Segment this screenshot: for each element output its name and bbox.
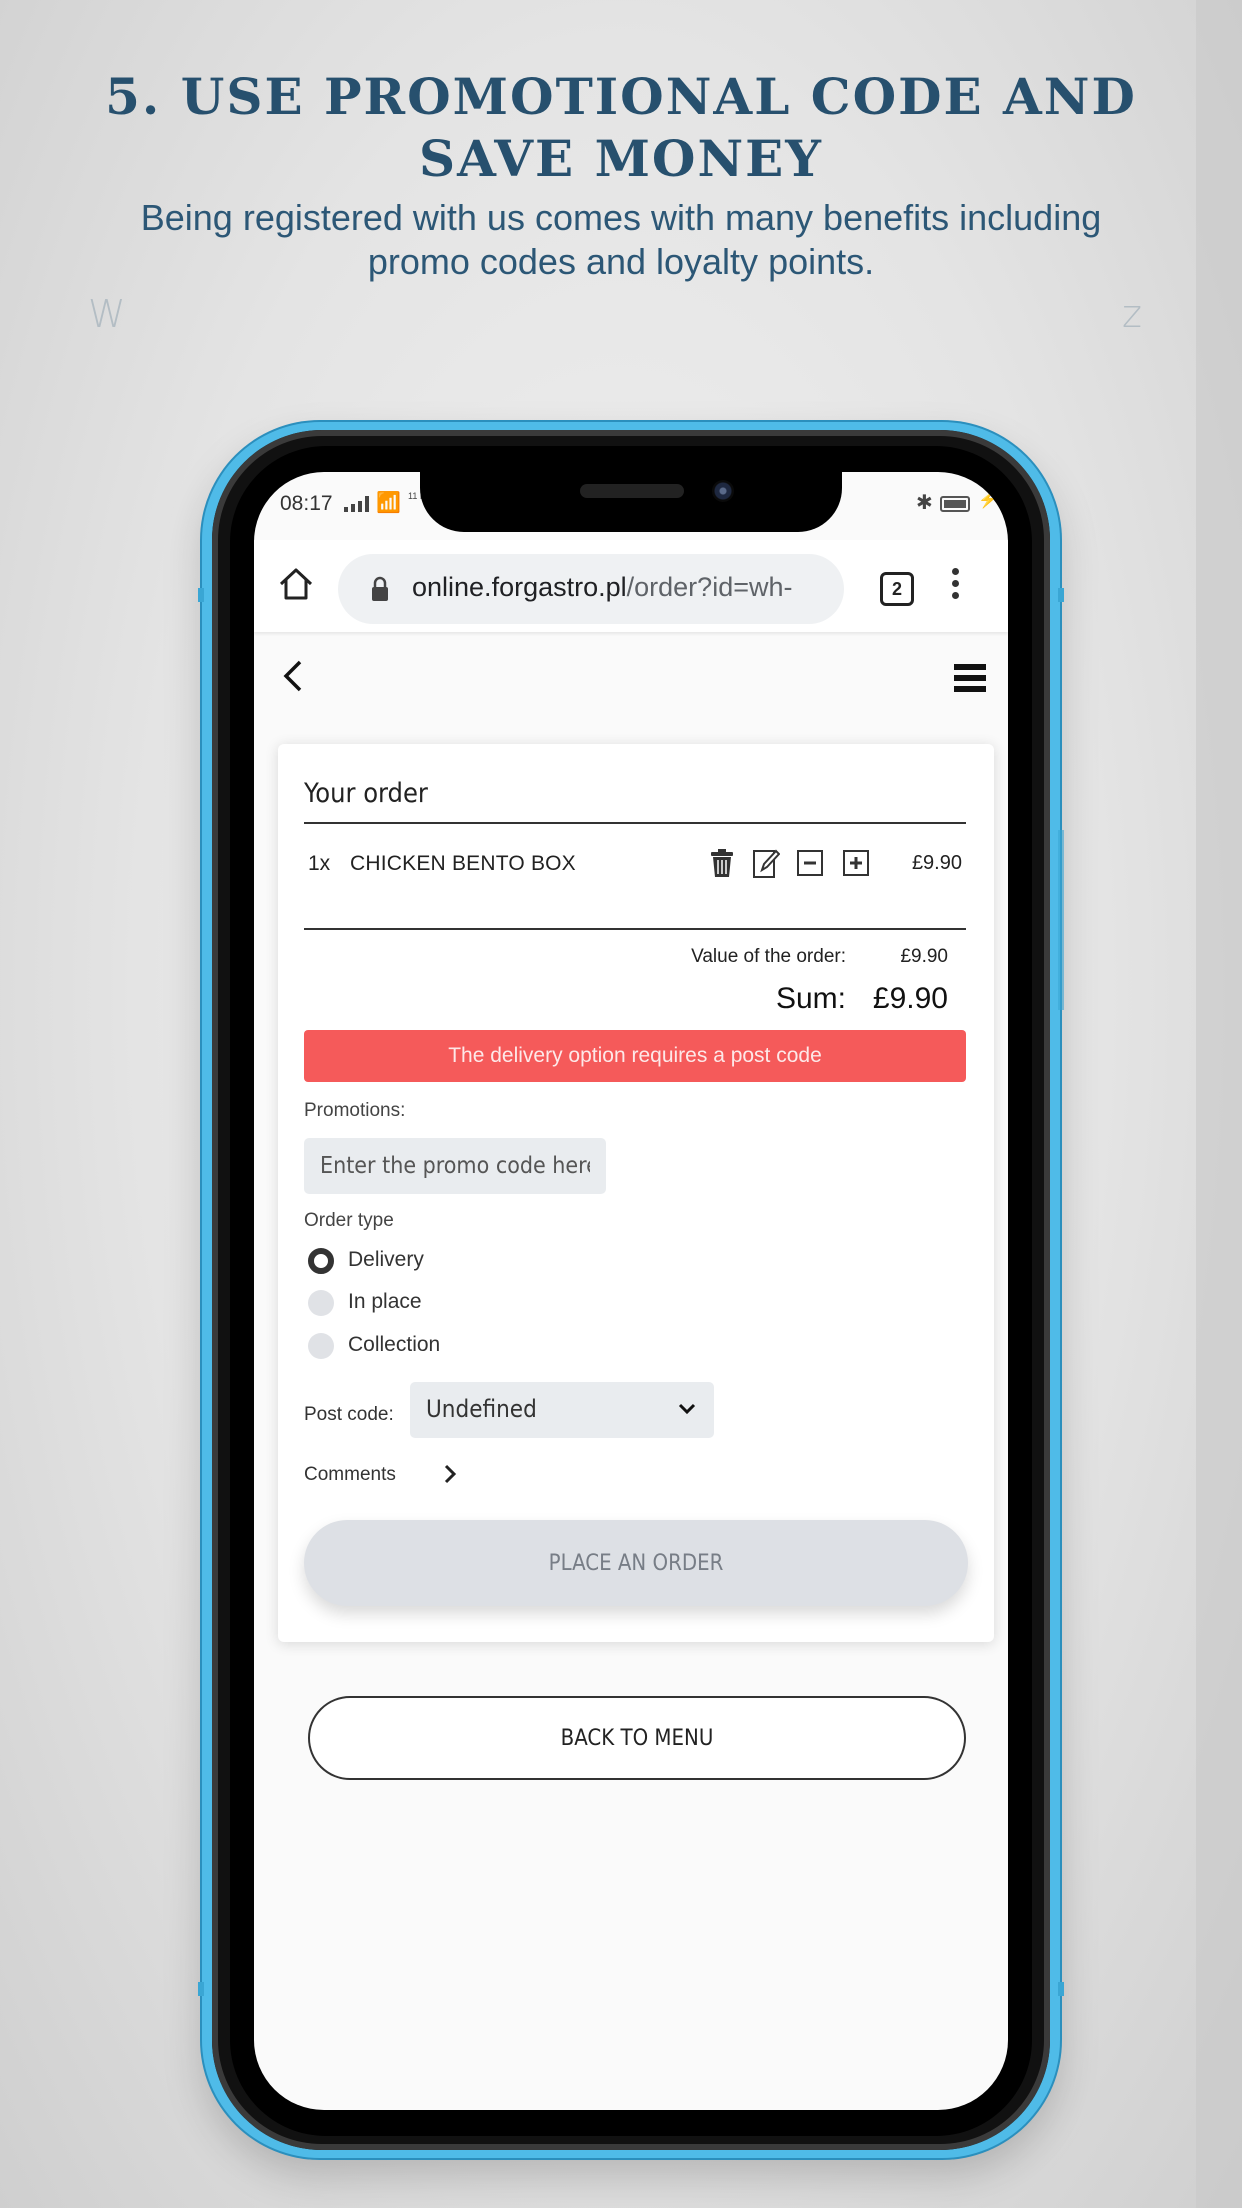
sum-label: Sum: (775, 982, 846, 1015)
chevron-down-icon (678, 1403, 696, 1415)
radio-label: Delivery (348, 1248, 424, 1271)
postcode-required-alert: The delivery option requires a post code (304, 1030, 966, 1082)
url-path: /order?id=wh- (626, 572, 793, 602)
postcode-select[interactable]: Undefined (410, 1382, 714, 1438)
browser-toolbar: online.forgastro.pl/order?id=wh- 2 (254, 540, 1008, 632)
front-camera (712, 480, 734, 502)
battery-icon (940, 496, 970, 512)
items-divider (304, 928, 966, 930)
item-name: CHICKEN BENTO BOX (350, 852, 576, 875)
signal-icon (344, 496, 369, 512)
hamburger-menu-icon[interactable] (954, 664, 986, 692)
subtitle-line-2: promo codes and loyalty points. (367, 241, 875, 282)
edit-icon[interactable] (752, 848, 780, 878)
phone-side-button (1058, 588, 1064, 602)
order-value-label: Value of the order: (691, 946, 846, 967)
phone-screen: 08:17 📶 11 KB/s ✱ ⚡ online.forgastro.pl/… (254, 472, 1008, 2110)
charging-icon: ⚡ (978, 492, 998, 509)
radio-label: Collection (348, 1333, 441, 1356)
lock-icon (372, 576, 388, 601)
radio-in-place[interactable] (308, 1290, 334, 1316)
place-order-button[interactable]: PLACE AN ORDER (304, 1520, 968, 1606)
home-icon[interactable] (276, 564, 316, 604)
promo-subtitle: Being registered with us comes with many… (0, 196, 1242, 284)
more-options-icon[interactable] (950, 568, 960, 604)
item-quantity: 1x (308, 852, 331, 875)
watermark-left: W (88, 292, 126, 336)
radio-label: In place (348, 1290, 422, 1313)
subtitle-line-1: Being registered with us comes with many… (140, 197, 1102, 238)
order-value-amount: £9.90 (900, 946, 948, 967)
watermark-right: z (1122, 292, 1142, 336)
wifi-icon: 📶 (376, 492, 401, 514)
promo-code-input[interactable] (304, 1138, 606, 1194)
radio-collection[interactable] (308, 1333, 334, 1359)
comments-toggle[interactable]: Comments (304, 1464, 396, 1486)
order-card: Your order 1x CHICKEN BENTO BOX £9.90 Va… (278, 744, 994, 1642)
status-time: 08:17 (280, 492, 333, 515)
decrease-quantity-icon[interactable] (796, 848, 824, 878)
order-type-label: Order type (304, 1210, 394, 1231)
address-bar[interactable]: online.forgastro.pl/order?id=wh- (338, 554, 844, 624)
sum-amount: £9.90 (872, 982, 948, 1015)
postcode-label: Post code: (304, 1404, 394, 1425)
title-divider (304, 822, 966, 824)
phone-side-button (198, 588, 204, 602)
headline-line-1: 5. USE PROMOTIONAL CODE AND (105, 67, 1137, 126)
earpiece-speaker (580, 484, 684, 498)
url-text[interactable]: online.forgastro.pl/order?id=wh- (412, 572, 792, 603)
back-to-menu-button[interactable]: BACK TO MENU (308, 1696, 966, 1780)
back-arrow-icon[interactable] (278, 656, 308, 696)
order-item-row: 1x CHICKEN BENTO BOX £9.90 (304, 844, 966, 884)
tab-switcher-button[interactable]: 2 (880, 572, 914, 606)
promotions-label: Promotions: (304, 1100, 406, 1121)
increase-quantity-icon[interactable] (842, 848, 870, 878)
radio-delivery[interactable] (308, 1248, 334, 1274)
delete-icon[interactable] (708, 848, 736, 878)
phone-side-button (1058, 1982, 1064, 1996)
url-domain: online.forgastro.pl (412, 572, 627, 602)
headline-line-2: SAVE MONEY (419, 129, 823, 188)
order-title: Your order (304, 778, 428, 809)
phone-side-button (198, 1982, 204, 1996)
background-edge (1196, 0, 1242, 2208)
bluetooth-icon: ✱ (916, 492, 933, 514)
promo-headline: 5. USE PROMOTIONAL CODE AND SAVE MONEY (0, 66, 1242, 190)
item-price: £9.90 (911, 852, 962, 874)
phone-notch (420, 472, 842, 532)
postcode-value: Undefined (426, 1395, 537, 1423)
phone-power-button (1058, 830, 1064, 1010)
chevron-right-icon[interactable] (442, 1462, 458, 1486)
